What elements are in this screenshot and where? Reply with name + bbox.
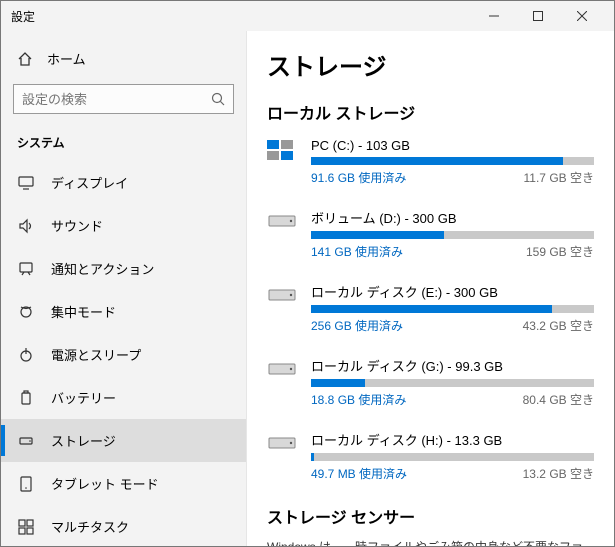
search-input[interactable] [22, 92, 211, 107]
drive-item[interactable]: ボリューム (D:) - 300 GB 141 GB 使用済み 159 GB 空き [267, 208, 594, 260]
window-controls [472, 1, 604, 31]
used-label: 141 GB 使用済み [311, 243, 403, 260]
drive-title: ローカル ディスク (H:) - 13.3 GB [311, 430, 594, 449]
sidebar-item-display[interactable]: ディスプレイ [1, 161, 246, 204]
sidebar-item-storage[interactable]: ストレージ [1, 419, 246, 462]
sidebar-item-sound[interactable]: サウンド [1, 204, 246, 247]
sidebar-item-label: ディスプレイ [51, 173, 128, 192]
drive-title: ボリューム (D:) - 300 GB [311, 208, 594, 227]
sidebar-item-label: サウンド [51, 216, 103, 235]
focus-assist-icon [17, 303, 35, 321]
drive-icon [267, 210, 299, 232]
sound-icon [17, 217, 35, 235]
battery-icon [17, 389, 35, 407]
free-label: 80.4 GB 空き [523, 391, 594, 408]
search-box[interactable] [13, 84, 234, 114]
storage-icon [17, 432, 35, 450]
nav-list: ディスプレイサウンド通知とアクション集中モード電源とスリープバッテリーストレージ… [1, 161, 246, 546]
drive-meta: 18.8 GB 使用済み 80.4 GB 空き [311, 391, 594, 408]
drive-item[interactable]: ローカル ディスク (G:) - 99.3 GB 18.8 GB 使用済み 80.4… [267, 356, 594, 408]
drive-icon [267, 358, 299, 380]
free-label: 13.2 GB 空き [523, 465, 594, 482]
sidebar-item-label: ストレージ [51, 431, 116, 450]
storage-sense-heading: ストレージ センサー [267, 504, 594, 528]
drive-item[interactable]: PC (C:) - 103 GB 91.6 GB 使用済み 11.7 GB 空き [267, 138, 594, 186]
free-label: 159 GB 空き [526, 243, 594, 260]
maximize-button[interactable] [516, 1, 560, 31]
drive-title: ローカル ディスク (E:) - 300 GB [311, 282, 594, 301]
usage-bar [311, 305, 594, 313]
titlebar: 設定 [1, 1, 614, 31]
settings-window: 設定 ホーム システム ディスプレイサウンド通知とアクション集中モード電源とスリ… [0, 0, 615, 547]
drives-list: PC (C:) - 103 GB 91.6 GB 使用済み 11.7 GB 空きボリ… [267, 138, 594, 482]
drive-meta: 49.7 MB 使用済み 13.2 GB 空き [311, 465, 594, 482]
system-drive-icon [267, 140, 299, 162]
drive-title: PC (C:) - 103 GB [311, 138, 594, 153]
drive-body: ローカル ディスク (G:) - 99.3 GB 18.8 GB 使用済み 80.4… [311, 356, 594, 408]
search-wrap [1, 78, 246, 126]
sidebar-item-focus-assist[interactable]: 集中モード [1, 290, 246, 333]
free-label: 11.7 GB 空き [524, 169, 594, 186]
local-storage-heading: ローカル ストレージ [267, 100, 594, 124]
usage-bar [311, 453, 594, 461]
tablet-icon [17, 475, 35, 493]
sidebar-item-notifications[interactable]: 通知とアクション [1, 247, 246, 290]
sidebar-item-power-sleep[interactable]: 電源とスリープ [1, 333, 246, 376]
content: ストレージ ローカル ストレージ PC (C:) - 103 GB 91.6 GB… [246, 31, 614, 546]
sidebar-item-label: 集中モード [51, 302, 116, 321]
drive-body: ローカル ディスク (H:) - 13.3 GB 49.7 MB 使用済み 13.2… [311, 430, 594, 482]
minimize-button[interactable] [472, 1, 516, 31]
drive-meta: 256 GB 使用済み 43.2 GB 空き [311, 317, 594, 334]
sidebar: ホーム システム ディスプレイサウンド通知とアクション集中モード電源とスリープバ… [1, 31, 246, 546]
multitask-icon [17, 518, 35, 536]
sidebar-item-label: 電源とスリープ [51, 345, 141, 364]
free-label: 43.2 GB 空き [523, 317, 594, 334]
drive-icon [267, 432, 299, 454]
display-icon [17, 174, 35, 192]
used-label: 49.7 MB 使用済み [311, 465, 407, 482]
sidebar-item-label: マルチタスク [51, 517, 129, 536]
search-icon [211, 92, 225, 106]
drive-body: PC (C:) - 103 GB 91.6 GB 使用済み 11.7 GB 空き [311, 138, 594, 186]
usage-bar [311, 157, 594, 165]
page-title: ストレージ [267, 47, 594, 82]
drive-meta: 91.6 GB 使用済み 11.7 GB 空き [311, 169, 594, 186]
close-button[interactable] [560, 1, 604, 31]
drive-meta: 141 GB 使用済み 159 GB 空き [311, 243, 594, 260]
home-link[interactable]: ホーム [1, 39, 246, 78]
used-label: 18.8 GB 使用済み [311, 391, 406, 408]
drive-body: ボリューム (D:) - 300 GB 141 GB 使用済み 159 GB 空き [311, 208, 594, 260]
storage-sense-description: Windows は、一時ファイルやごみ箱の中身など不要なファイルを削除して、自動… [267, 538, 594, 546]
usage-bar-fill [311, 231, 444, 239]
body: ホーム システム ディスプレイサウンド通知とアクション集中モード電源とスリープバ… [1, 31, 614, 546]
drive-item[interactable]: ローカル ディスク (E:) - 300 GB 256 GB 使用済み 43.2 G… [267, 282, 594, 334]
usage-bar [311, 379, 594, 387]
usage-bar-fill [311, 157, 563, 165]
used-label: 256 GB 使用済み [311, 317, 403, 334]
sidebar-item-tablet-mode[interactable]: タブレット モード [1, 462, 246, 505]
drive-item[interactable]: ローカル ディスク (H:) - 13.3 GB 49.7 MB 使用済み 13.2… [267, 430, 594, 482]
sidebar-item-label: 通知とアクション [51, 259, 154, 278]
sidebar-item-multitasking[interactable]: マルチタスク [1, 505, 246, 546]
home-label: ホーム [47, 49, 86, 68]
usage-bar-fill [311, 453, 314, 461]
usage-bar [311, 231, 594, 239]
drive-title: ローカル ディスク (G:) - 99.3 GB [311, 356, 594, 375]
usage-bar-fill [311, 379, 365, 387]
drive-body: ローカル ディスク (E:) - 300 GB 256 GB 使用済み 43.2 G… [311, 282, 594, 334]
home-icon [17, 51, 33, 67]
drive-icon [267, 284, 299, 306]
window-title: 設定 [11, 8, 472, 25]
power-icon [17, 346, 35, 364]
sidebar-item-label: バッテリー [51, 388, 116, 407]
usage-bar-fill [311, 305, 552, 313]
sidebar-item-battery[interactable]: バッテリー [1, 376, 246, 419]
notifications-icon [17, 260, 35, 278]
section-header: システム [1, 126, 246, 161]
used-label: 91.6 GB 使用済み [311, 169, 406, 186]
sidebar-item-label: タブレット モード [51, 474, 159, 493]
